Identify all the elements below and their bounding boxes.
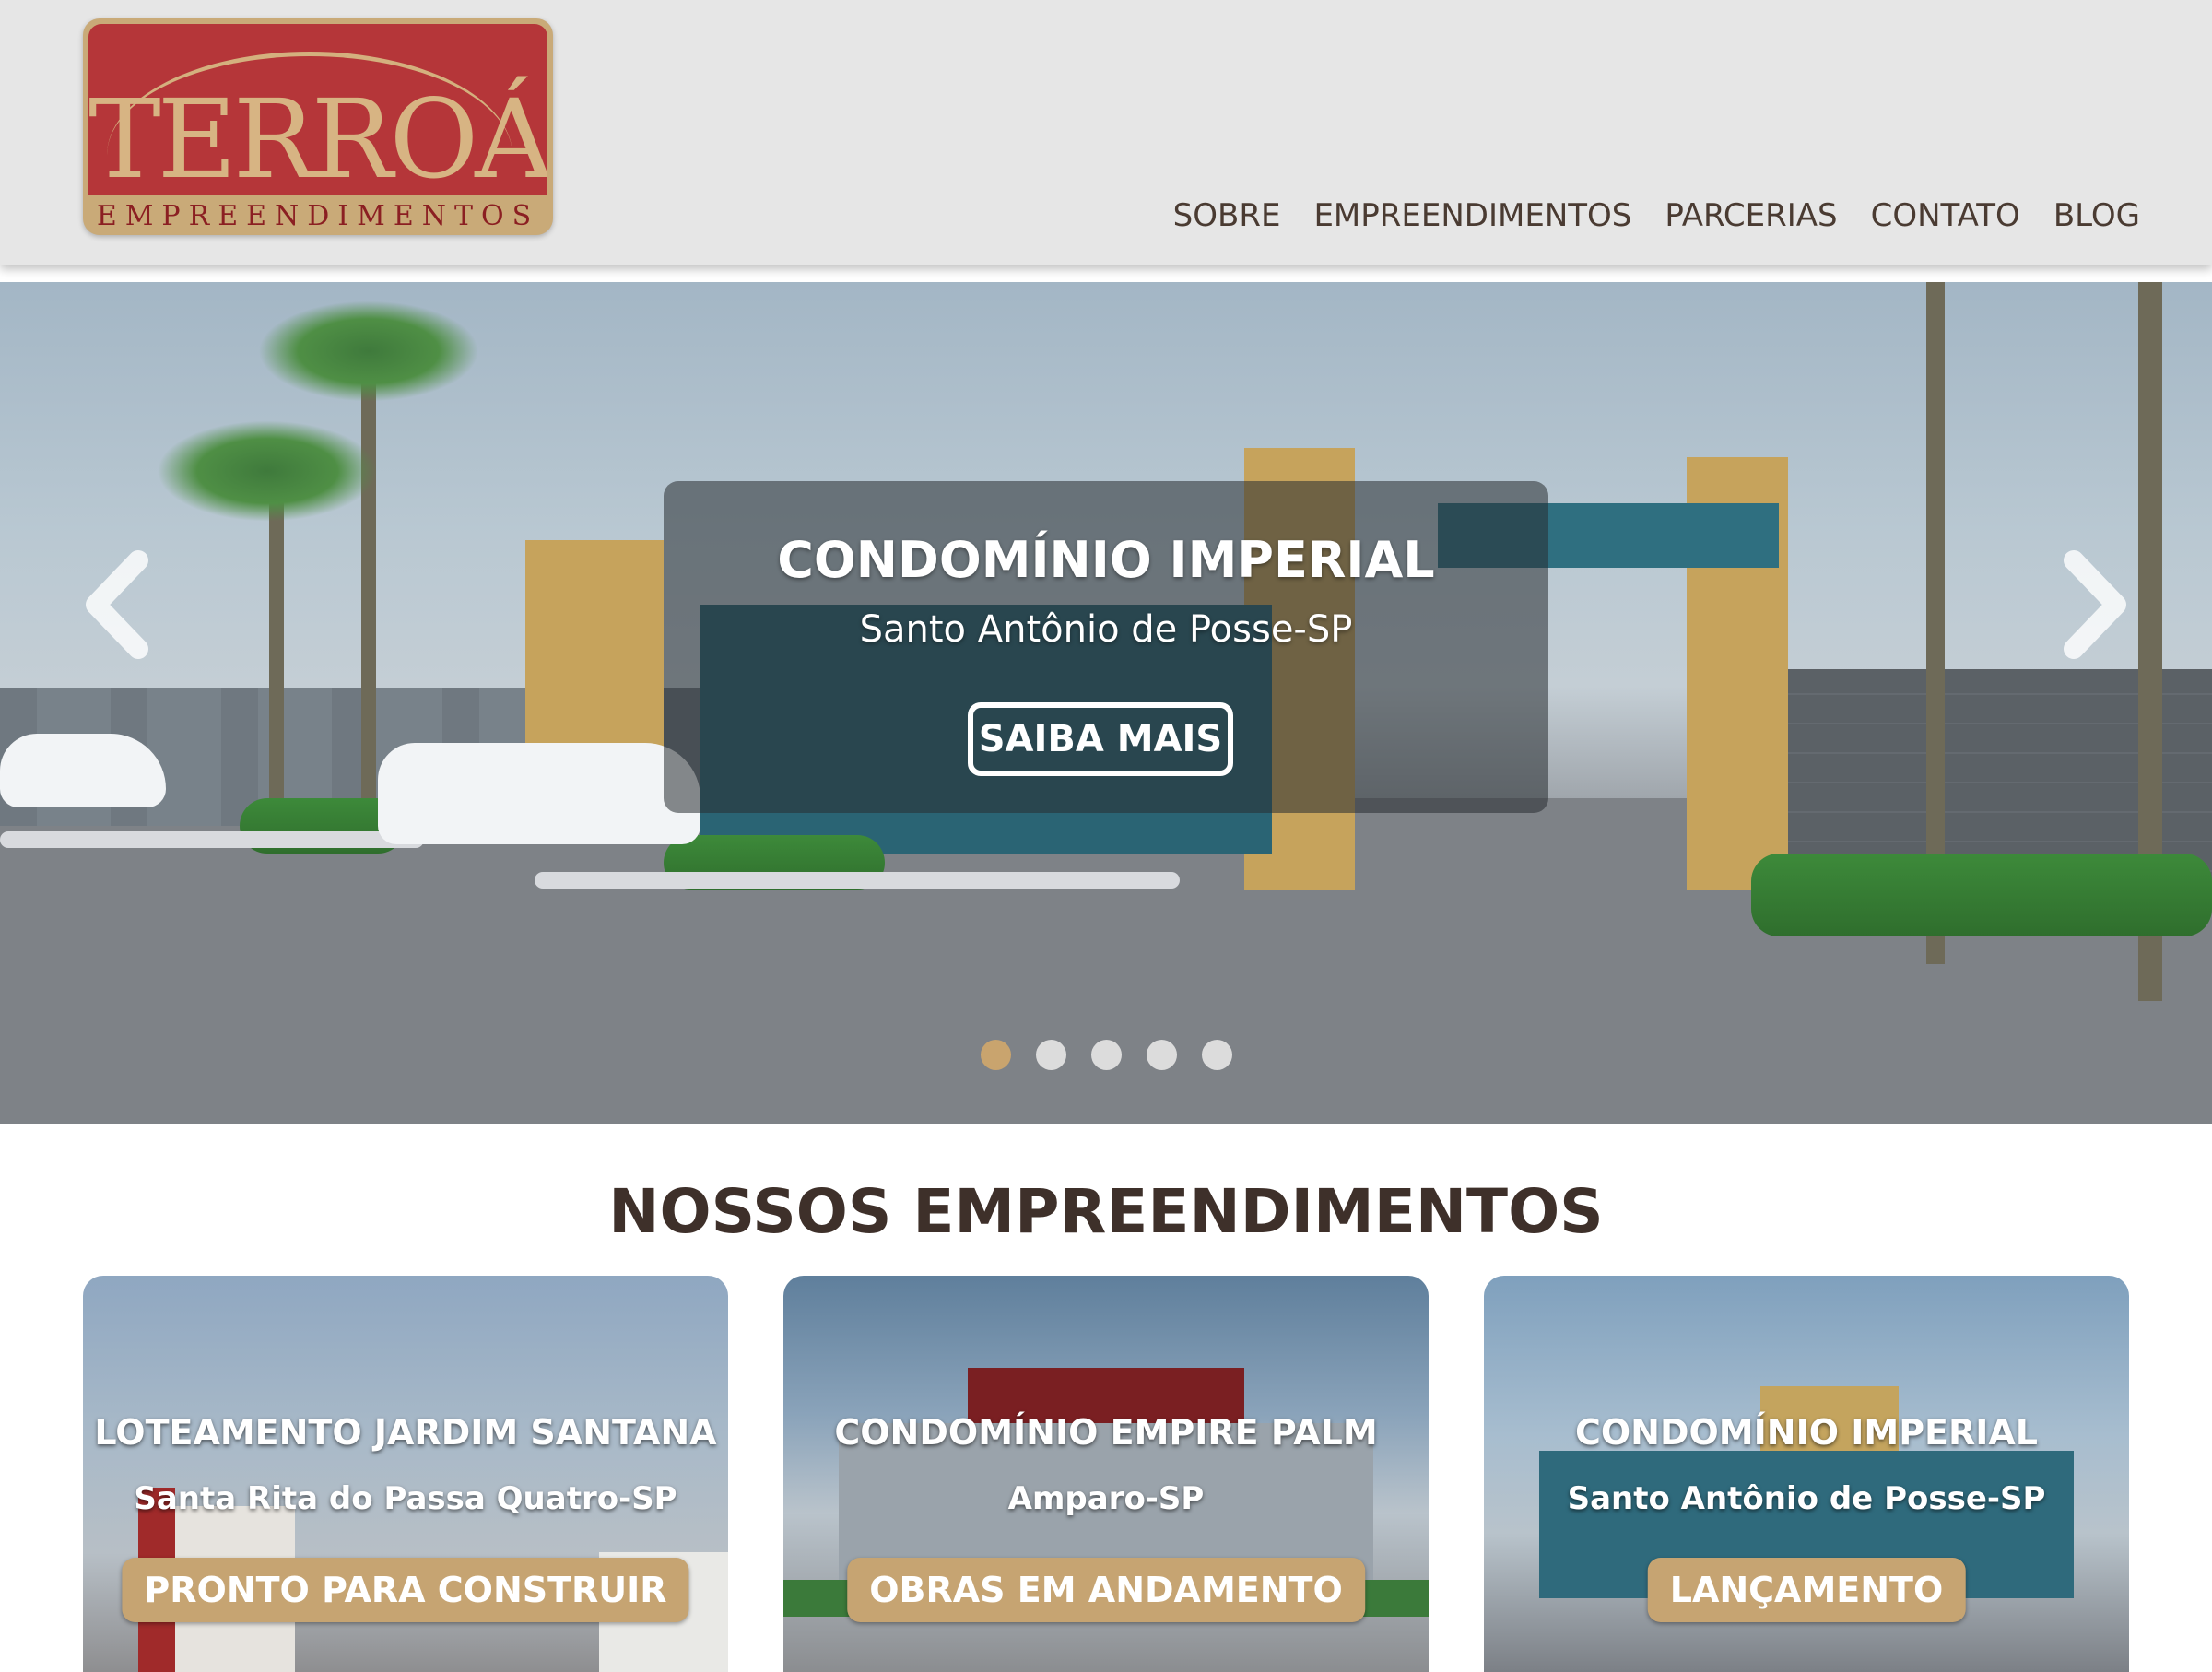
saiba-mais-button[interactable]: SAIBA MAIS (968, 702, 1233, 776)
card-title: CONDOMÍNIO EMPIRE PALM (834, 1412, 1378, 1453)
card-location: Amparo-SP (1007, 1480, 1205, 1517)
car-center (378, 743, 700, 844)
carousel-dot-4[interactable] (1147, 1040, 1177, 1070)
section-title: NOSSOS EMPREENDIMENTOS (608, 1176, 1604, 1247)
hedge (1751, 854, 2212, 936)
hero-caption: CONDOMÍNIO IMPERIAL Santo Antônio de Pos… (664, 481, 1548, 813)
carousel-dot-2[interactable] (1036, 1040, 1066, 1070)
site-header: TERROÁ EMPREENDIMENTOS SOBRE EMPREENDIME… (0, 0, 2212, 265)
carousel-indicators (981, 1040, 1232, 1070)
nav-item-contato[interactable]: CONTATO (1871, 197, 2020, 234)
card-status-badge: PRONTO PARA CONSTRUIR (122, 1558, 689, 1622)
card-location: Santo Antônio de Posse-SP (1567, 1480, 2046, 1517)
hero-carousel: CONDOMÍNIO IMPERIAL Santo Antônio de Pos… (0, 282, 2212, 1124)
hero-subtitle: Santo Antônio de Posse-SP (859, 608, 1353, 651)
palm-tree (361, 365, 376, 826)
card-status-badge: LANÇAMENTO (1647, 1558, 1966, 1622)
nav-item-sobre[interactable]: SOBRE (1173, 197, 1281, 234)
chevron-left-icon-svg (86, 550, 148, 659)
card-status-badge: OBRAS EM ANDAMENTO (847, 1558, 1365, 1622)
carousel-dot-1[interactable] (981, 1040, 1011, 1070)
logo-red-panel: TERROÁ (88, 24, 547, 195)
card-location: Santa Rita do Passa Quatro-SP (134, 1480, 677, 1517)
nav-item-blog[interactable]: BLOG (2053, 197, 2140, 234)
project-card-jardim-santana[interactable]: LOTEAMENTO JARDIM SANTANA Santa Rita do … (83, 1276, 728, 1672)
project-card-imperial[interactable]: CONDOMÍNIO IMPERIAL Santo Antônio de Pos… (1484, 1276, 2129, 1672)
curb (0, 831, 424, 848)
logo-wordmark: TERROÁ (88, 76, 547, 195)
brand-logo[interactable]: TERROÁ EMPREENDIMENTOS (83, 18, 553, 235)
palm-crown (157, 420, 378, 522)
chevron-right-icon-svg (2064, 550, 2126, 659)
project-card-empire-palm[interactable]: CONDOMÍNIO EMPIRE PALM Amparo-SP OBRAS E… (783, 1276, 1429, 1672)
card-title: CONDOMÍNIO IMPERIAL (1574, 1412, 2039, 1453)
card-title: LOTEAMENTO JARDIM SANTANA (94, 1412, 717, 1453)
curb (535, 872, 1180, 889)
main-nav: SOBRE EMPREENDIMENTOS PARCERIAS CONTATO … (1173, 197, 2140, 234)
nav-item-parcerias[interactable]: PARCERIAS (1665, 197, 1837, 234)
nav-item-empreendimentos[interactable]: EMPREENDIMENTOS (1313, 197, 1631, 234)
chevron-right-icon[interactable] (2052, 549, 2135, 660)
logo-tagline: EMPREENDIMENTOS (96, 200, 540, 232)
carousel-dot-3[interactable] (1091, 1040, 1122, 1070)
hero-title: CONDOMÍNIO IMPERIAL (777, 531, 1435, 589)
carousel-dot-5[interactable] (1202, 1040, 1232, 1070)
palm-crown (258, 300, 479, 402)
car-left (0, 734, 166, 807)
chevron-left-icon[interactable] (77, 549, 160, 660)
